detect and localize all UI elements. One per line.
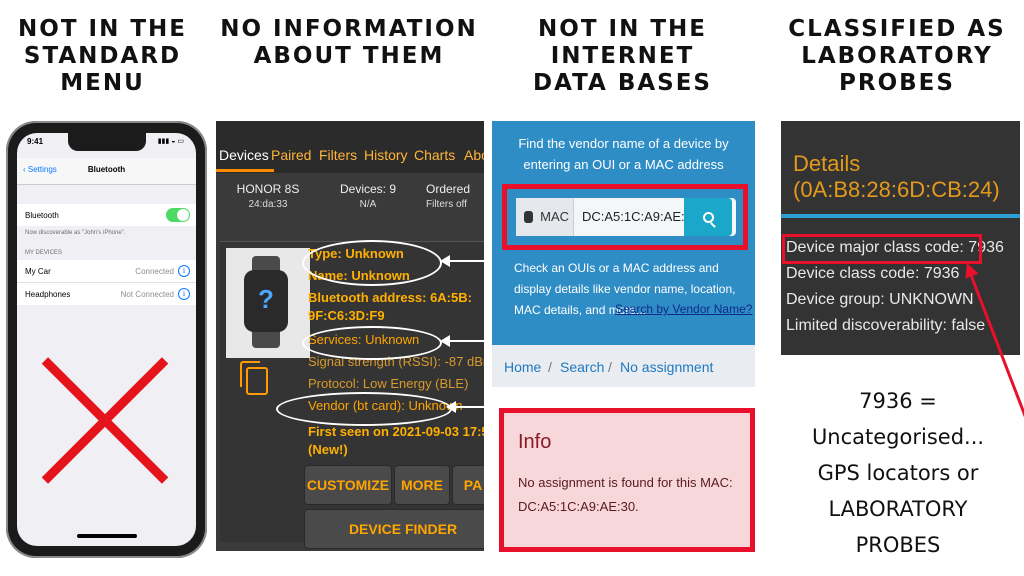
iphone-notch bbox=[68, 133, 146, 151]
heading-laboratory-probes: CLASSIFIED AS LABORATORY PROBES bbox=[788, 16, 1006, 96]
active-tab-indicator bbox=[216, 169, 274, 172]
class-code: Device class code: 7936 bbox=[786, 265, 960, 282]
highlight-ellipse bbox=[302, 326, 442, 360]
heading-no-information: NO INFORMATION ABOUT THEM bbox=[220, 16, 478, 69]
home-indicator bbox=[77, 534, 137, 538]
section-header: MY DEVICES bbox=[25, 250, 62, 256]
pointer-arrow-icon bbox=[440, 255, 484, 267]
lookup-intro: Find the vendor name of a device by ente… bbox=[518, 136, 729, 172]
pointer-arrow-icon bbox=[446, 401, 484, 413]
summary-devices: Devices: 9 N/A bbox=[328, 181, 408, 213]
breadcrumb-home[interactable]: Home bbox=[504, 359, 541, 375]
summary-value: Devices: 9 bbox=[339, 182, 397, 196]
tab-devices[interactable]: Devices bbox=[219, 147, 269, 163]
device-row[interactable]: My Car Connected i bbox=[17, 260, 196, 283]
mac-input-value[interactable]: DC:A5:1C:A9:AE:30 bbox=[582, 198, 699, 236]
divider bbox=[781, 214, 1020, 218]
tab-charts[interactable]: Charts bbox=[414, 147, 455, 163]
mac-prefix-label: MAC bbox=[540, 209, 569, 224]
summary-order: Ordered Filters off bbox=[426, 181, 484, 213]
bluetooth-toggle[interactable] bbox=[166, 208, 190, 222]
customize-button[interactable]: CUSTOMIZE bbox=[304, 465, 392, 505]
status-time: 9:41 bbox=[27, 137, 44, 146]
more-button[interactable]: MORE bbox=[394, 465, 450, 505]
device-group: Device group: UNKNOWN bbox=[786, 291, 974, 308]
page-title: Bluetooth bbox=[87, 165, 126, 174]
tab-history[interactable]: History bbox=[364, 147, 408, 163]
device-name: My Car bbox=[25, 267, 51, 276]
device-status: Connected bbox=[135, 267, 174, 276]
summary-phone: HONOR 8S 24:da:33 bbox=[230, 181, 306, 213]
highlight-box bbox=[782, 234, 982, 264]
breadcrumb-separator: / bbox=[548, 359, 552, 375]
watch-strap bbox=[252, 330, 280, 348]
tab-about[interactable]: Abo bbox=[464, 147, 484, 163]
breadcrumb: Home / Search / No assignment bbox=[492, 345, 755, 387]
device-status: Not Connected bbox=[120, 290, 174, 299]
bluetooth-label: Bluetooth bbox=[25, 211, 59, 220]
limited-discoverability: Limited discoverability: false bbox=[786, 317, 986, 334]
info-message: No assignment is found for this MAC: DC:… bbox=[518, 475, 733, 514]
pointer-arrow-icon bbox=[440, 335, 484, 347]
new-tag: (New!) bbox=[308, 442, 348, 457]
smartwatch-icon: ? bbox=[244, 270, 288, 332]
highlight-ellipse bbox=[276, 392, 452, 426]
settings-navbar: ‹ Settings Bluetooth bbox=[17, 158, 196, 185]
heading-standard-menu: NOT IN THE STANDARD MENU bbox=[18, 16, 187, 96]
bluetooth-row: Bluetooth bbox=[17, 204, 196, 226]
device-address: Bluetooth address: 6A:5B: bbox=[308, 290, 472, 305]
highlight-ellipse bbox=[302, 240, 442, 286]
info-icon[interactable]: i bbox=[178, 288, 190, 300]
tab-paired[interactable]: Paired bbox=[271, 147, 311, 163]
search-button[interactable] bbox=[684, 198, 732, 236]
summary-value: Ordered bbox=[426, 182, 471, 196]
class-note: 7936 = Uncategorised... GPS locators or … bbox=[811, 389, 985, 557]
device-finder-button[interactable]: DEVICE FINDER bbox=[304, 509, 484, 549]
info-icon[interactable]: i bbox=[178, 265, 190, 277]
tab-filters[interactable]: Filters bbox=[319, 147, 357, 163]
summary-sub: Filters off bbox=[426, 199, 467, 210]
summary-sub: N/A bbox=[359, 199, 377, 210]
device-name: Headphones bbox=[25, 290, 71, 299]
battery-icon: ▮▮▮ ◒ ▭ bbox=[157, 138, 184, 145]
smartwatch-image: ? bbox=[226, 248, 310, 358]
question-mark-icon: ? bbox=[258, 284, 274, 314]
discoverable-note: Now discoverable as "John's iPhone". bbox=[25, 230, 126, 236]
device-address-cont: 9F:C6:3D:F9 bbox=[308, 308, 385, 323]
summary-sub: 24:da:33 bbox=[248, 199, 288, 210]
partial-button[interactable]: PA bbox=[452, 465, 484, 505]
copy-icon[interactable] bbox=[240, 361, 268, 395]
heading-internet-databases: NOT IN THE INTERNET DATA BASES bbox=[533, 16, 712, 96]
breadcrumb-current: No assignment bbox=[620, 359, 714, 375]
mac-prefix: MAC bbox=[516, 198, 574, 236]
tab-bar: Devices Paired Filters History Charts Ab… bbox=[216, 121, 484, 173]
details-title: Details (0A:B8:28:6D:CB:24) bbox=[793, 151, 1000, 202]
info-title: Info bbox=[518, 431, 552, 453]
device-protocol: Protocol: Low Energy (BLE) bbox=[308, 376, 469, 391]
iphone-screen: 9:41 ▮▮▮ ◒ ▭ ‹ Settings Bluetooth Blueto… bbox=[17, 133, 196, 546]
device-row[interactable]: Headphones Not Connected i bbox=[17, 283, 196, 305]
vendor-search-link[interactable]: Search by Vendor Name? bbox=[615, 302, 752, 316]
device-first-seen: First seen on 2021-09-03 17:55:1 bbox=[308, 424, 484, 439]
iphone-mockup: 9:41 ▮▮▮ ◒ ▭ ‹ Settings Bluetooth Blueto… bbox=[6, 121, 207, 558]
info-alert: Info No assignment is found for this MAC… bbox=[499, 408, 755, 552]
breadcrumb-separator: / bbox=[608, 359, 612, 375]
search-icon bbox=[703, 212, 714, 223]
summary-value: HONOR 8S bbox=[236, 182, 300, 196]
database-icon bbox=[524, 211, 533, 223]
breadcrumb-search[interactable]: Search bbox=[560, 359, 604, 375]
scanner-app: Devices Paired Filters History Charts Ab… bbox=[216, 121, 484, 551]
